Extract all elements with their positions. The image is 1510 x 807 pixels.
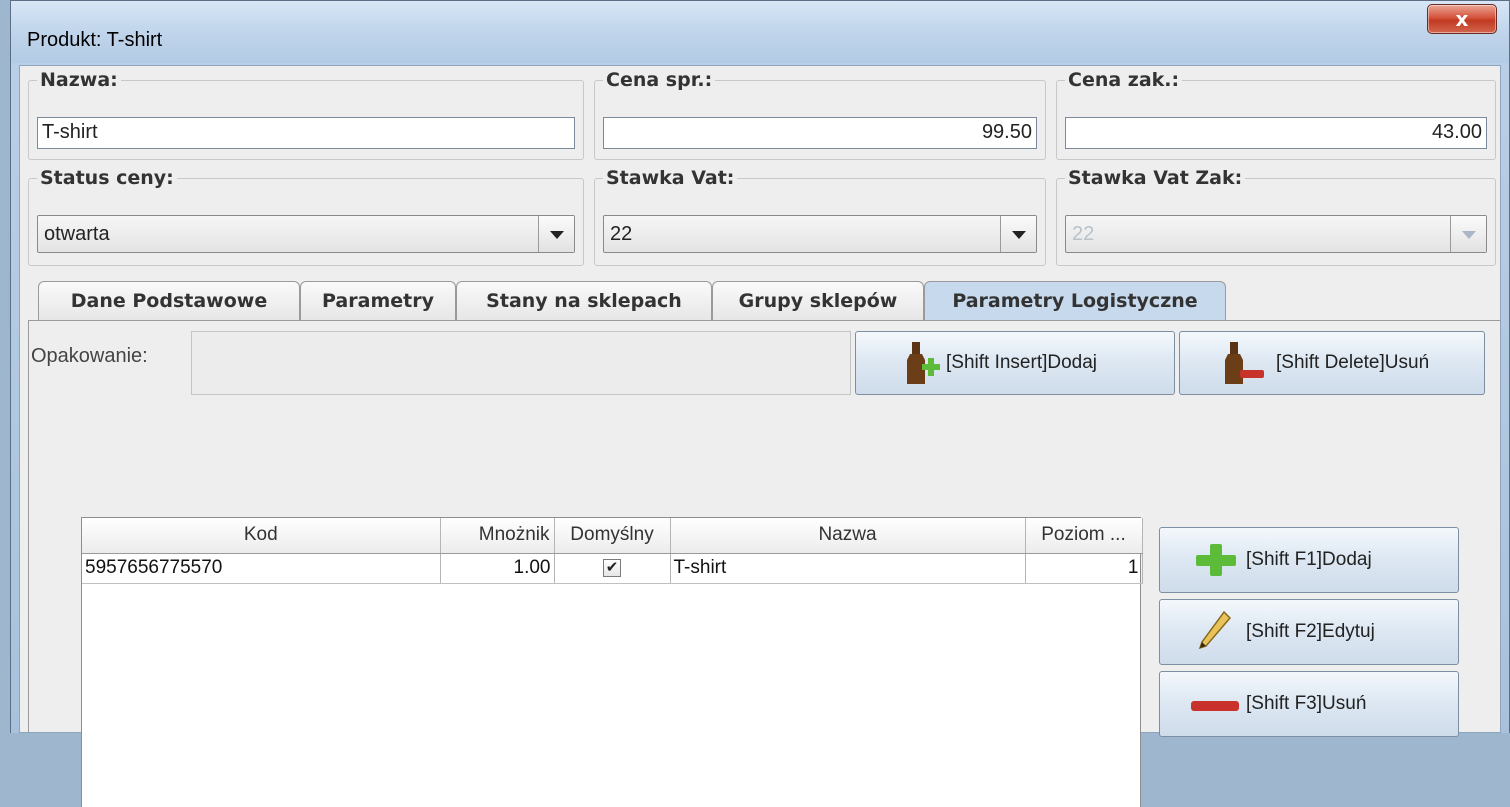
window-title: Produkt: T-shirt xyxy=(27,29,163,51)
column-header-nazwa[interactable]: Nazwa xyxy=(670,518,1026,554)
nazwa-label: Nazwa: xyxy=(37,69,121,91)
tab-dane-podstawowe[interactable]: Dane Podstawowe xyxy=(38,281,300,321)
nazwa-group: Nazwa: T-shirt xyxy=(28,69,584,160)
cena-spr-input[interactable]: 99.50 xyxy=(603,117,1037,149)
cena-spr-group: Cena spr.: 99.50 xyxy=(594,69,1046,160)
opakowanie-field[interactable] xyxy=(191,331,851,395)
chevron-down-icon[interactable] xyxy=(1000,216,1036,252)
stawka-vat-zak-value: 22 xyxy=(1072,223,1095,245)
default-checkbox[interactable]: ✔ xyxy=(603,558,621,577)
status-ceny-label: Status ceny: xyxy=(37,167,177,189)
cena-zak-input[interactable]: 43.00 xyxy=(1065,117,1487,149)
dialog-content: Nazwa: T-shirt Cena spr.: 99.50 Cena zak… xyxy=(19,65,1501,807)
nazwa-input[interactable]: T-shirt xyxy=(37,117,575,149)
cell-mnoznik[interactable]: 1.00 xyxy=(440,553,555,584)
add-packaging-button[interactable]: [Shift Insert]Dodaj xyxy=(855,331,1175,395)
edit-barcode-button[interactable]: [Shift F2]Edytuj xyxy=(1159,599,1459,665)
cena-spr-label: Cena spr.: xyxy=(603,69,716,91)
stawka-vat-value: 22 xyxy=(610,223,633,245)
tab-grupy-sklepow[interactable]: Grupy sklepów xyxy=(712,281,924,321)
add-packaging-label: [Shift Insert]Dodaj xyxy=(946,352,1098,373)
status-ceny-select[interactable]: otwarta xyxy=(37,215,575,253)
stawka-vat-select[interactable]: 22 xyxy=(603,215,1037,253)
delete-packaging-button[interactable]: [Shift Delete]Usuń xyxy=(1179,331,1485,395)
stawka-vat-zak-group: Stawka Vat Zak: 22 xyxy=(1056,167,1496,266)
product-dialog-window: Produkt: T-shirt x Nazwa: T-shirt Cena s… xyxy=(10,0,1510,807)
stawka-vat-label: Stawka Vat: xyxy=(603,167,738,189)
cell-domyslny[interactable]: ✔ xyxy=(554,553,671,584)
table-header-row: Kod Mnożnik Domyślny Nazwa Poziom ... xyxy=(82,518,1143,554)
column-header-kod[interactable]: Kod xyxy=(82,518,441,554)
delete-packaging-label: [Shift Delete]Usuń xyxy=(1276,352,1430,373)
cell-nazwa[interactable]: T-shirt xyxy=(670,553,1026,584)
column-header-poziom[interactable]: Poziom ... xyxy=(1025,518,1143,554)
stawka-vat-zak-select: 22 xyxy=(1065,215,1487,253)
pencil-icon xyxy=(1196,610,1232,654)
tab-parametry-logistyczne[interactable]: Parametry Logistyczne xyxy=(924,281,1226,323)
bottle-add-icon xyxy=(904,340,944,386)
plus-icon xyxy=(1194,544,1238,576)
column-header-mnoznik[interactable]: Mnożnik xyxy=(440,518,555,554)
add-barcode-label: [Shift F1]Dodaj xyxy=(1246,549,1372,570)
title-bar[interactable]: Produkt: T-shirt x xyxy=(11,1,1509,63)
column-header-domyslny[interactable]: Domyślny xyxy=(554,518,671,554)
close-button[interactable]: x xyxy=(1427,4,1497,34)
chevron-down-icon[interactable] xyxy=(538,216,574,252)
status-ceny-value: otwarta xyxy=(44,223,110,245)
tab-panel-parametry-logistyczne: Opakowanie: [Shift Insert]Dodaj [Shift D… xyxy=(28,320,1500,807)
chevron-down-icon xyxy=(1450,216,1486,252)
stawka-vat-group: Stawka Vat: 22 xyxy=(594,167,1046,266)
cena-zak-label: Cena zak.: xyxy=(1065,69,1183,91)
edit-barcode-label: [Shift F2]Edytuj xyxy=(1246,621,1375,642)
cena-zak-group: Cena zak.: 43.00 xyxy=(1056,69,1496,160)
status-ceny-group: Status ceny: otwarta xyxy=(28,167,584,266)
tab-stany-na-sklepach[interactable]: Stany na sklepach xyxy=(456,281,712,321)
cell-poziom[interactable]: 1 xyxy=(1025,553,1143,584)
cell-kod[interactable]: 5957656775570 xyxy=(82,553,441,584)
opakowanie-label: Opakowanie: xyxy=(31,345,148,367)
minus-icon xyxy=(1190,697,1240,711)
tab-parametry[interactable]: Parametry xyxy=(300,281,456,321)
table-row[interactable]: 5957656775570 1.00 ✔ T-shirt 1 xyxy=(82,553,1143,584)
stawka-vat-zak-label: Stawka Vat Zak: xyxy=(1065,167,1246,189)
delete-barcode-label: [Shift F3]Usuń xyxy=(1246,693,1367,714)
add-barcode-button[interactable]: [Shift F1]Dodaj xyxy=(1159,527,1459,593)
delete-barcode-button[interactable]: [Shift F3]Usuń xyxy=(1159,671,1459,737)
barcode-table[interactable]: Kod Mnożnik Domyślny Nazwa Poziom ... 59… xyxy=(81,517,1143,807)
bottle-remove-icon xyxy=(1222,340,1268,386)
